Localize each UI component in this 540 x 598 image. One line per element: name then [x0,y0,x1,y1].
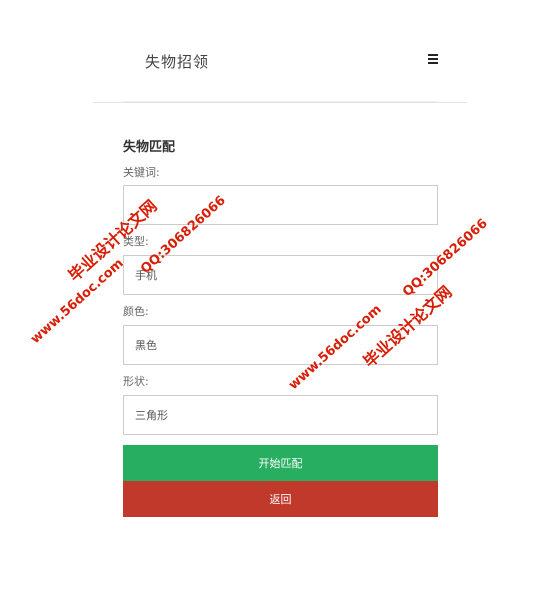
keyword-label: 关键词: [123,166,160,179]
start-match-button[interactable]: 开始匹配 [123,445,438,481]
header-divider [123,101,437,102]
watermark-left-site: www.56doc.com [27,256,127,347]
bars-icon-line [428,54,438,56]
type-input[interactable] [123,255,438,295]
type-label: 类型: [123,235,149,248]
form-title: 失物匹配 [123,140,176,155]
bars-icon[interactable] [428,54,438,64]
bars-icon-line [428,58,438,60]
keyword-input[interactable] [123,185,438,225]
app-title: 失物招领 [145,53,210,71]
bars-icon-line [428,62,438,64]
shape-label: 形状: [123,375,149,388]
app-header: 失物招领 [93,36,467,103]
back-button[interactable]: 返回 [123,481,438,517]
color-label: 颜色: [123,305,149,318]
color-input[interactable] [123,325,438,365]
shape-input[interactable] [123,395,438,435]
